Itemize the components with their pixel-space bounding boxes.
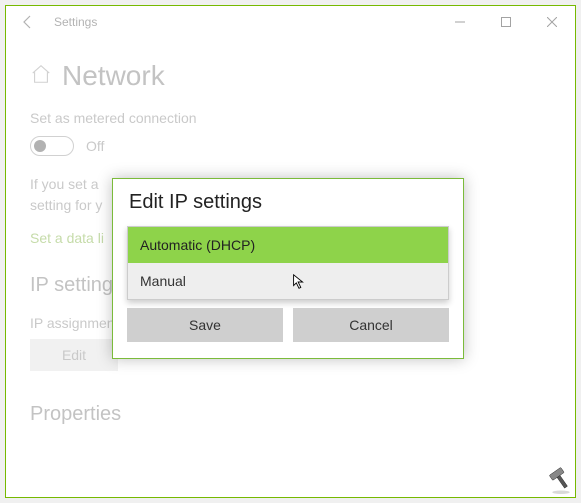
dropdown-option-manual[interactable]: Manual <box>128 263 448 299</box>
save-button[interactable]: Save <box>127 308 283 342</box>
dialog-header: Edit IP settings <box>113 179 463 224</box>
dropdown-option-automatic[interactable]: Automatic (DHCP) <box>128 227 448 263</box>
minimize-button[interactable] <box>437 6 483 38</box>
help-text-line2: setting for y <box>30 197 102 213</box>
window-controls <box>437 6 575 38</box>
metered-toggle-row: Off <box>30 136 551 156</box>
edit-ip-settings-dialog: Edit IP settings Automatic (DHCP) Manual… <box>112 178 464 359</box>
dialog-title: Edit IP settings <box>129 191 447 214</box>
maximize-button[interactable] <box>483 6 529 38</box>
dialog-button-row: Save Cancel <box>113 296 463 358</box>
settings-window: Settings Network Set as metered connecti… <box>5 5 576 498</box>
help-text-line1: If you set a <box>30 176 98 192</box>
cursor-icon <box>290 273 308 294</box>
back-button[interactable] <box>6 6 50 38</box>
titlebar: Settings <box>6 6 575 38</box>
dropdown-option-manual-label: Manual <box>140 273 186 289</box>
home-icon <box>30 63 52 90</box>
edit-button[interactable]: Edit <box>30 339 118 371</box>
properties-title: Properties <box>30 403 551 426</box>
ip-mode-dropdown[interactable]: Automatic (DHCP) Manual <box>127 226 449 300</box>
metered-connection-label: Set as metered connection <box>30 110 551 126</box>
page-title: Network <box>62 60 165 92</box>
window-title: Settings <box>50 15 437 29</box>
close-button[interactable] <box>529 6 575 38</box>
page-title-row: Network <box>30 60 551 92</box>
cancel-button[interactable]: Cancel <box>293 308 449 342</box>
metered-toggle[interactable] <box>30 136 74 156</box>
hammer-icon <box>547 466 575 499</box>
toggle-knob <box>34 140 46 152</box>
toggle-state-text: Off <box>86 138 104 154</box>
